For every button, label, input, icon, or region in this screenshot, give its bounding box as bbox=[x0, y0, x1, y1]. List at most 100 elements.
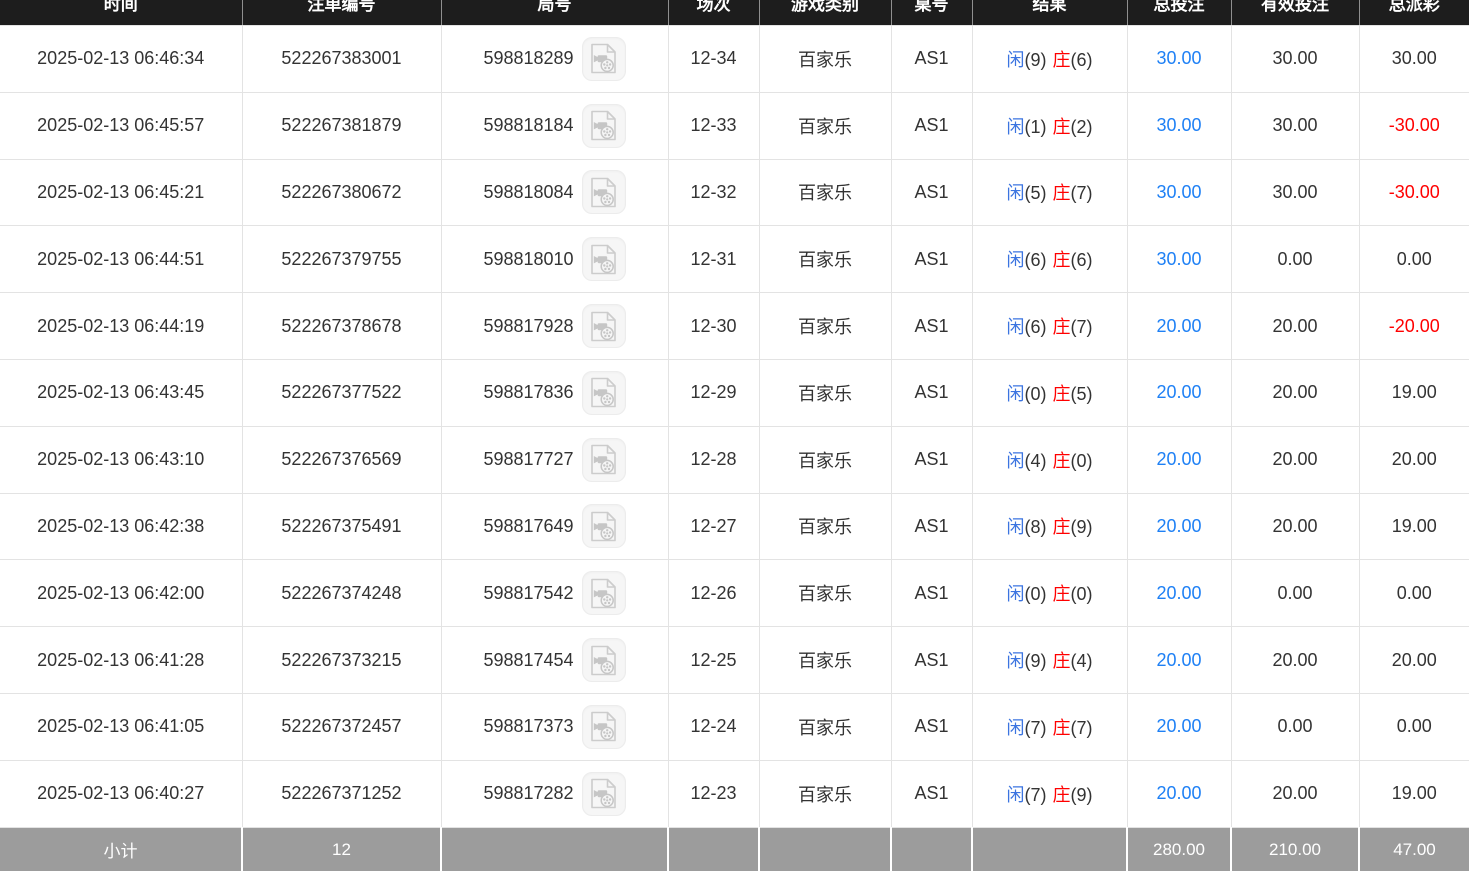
total-bet-link[interactable]: 20.00 bbox=[1156, 316, 1201, 336]
table-no: AS1 bbox=[914, 382, 948, 402]
table-no-cell: AS1 bbox=[891, 493, 972, 560]
total-bet-link[interactable]: 20.00 bbox=[1156, 650, 1201, 670]
result-cell: 闲(7)庄(9) bbox=[972, 760, 1127, 827]
valid-bet: 0.00 bbox=[1277, 583, 1312, 603]
video-replay-button[interactable] bbox=[582, 571, 626, 615]
session-cell: 12-27 bbox=[668, 493, 759, 560]
bet-id-cell: 522267378678 bbox=[242, 293, 441, 360]
total-payout: 30.00 bbox=[1392, 48, 1437, 68]
bet-time: 2025-02-13 06:40:27 bbox=[37, 783, 204, 803]
valid-bet: 20.00 bbox=[1272, 316, 1317, 336]
bet-records-page: 时间 注单编号 局号 场次 游戏类别 桌号 结果 总投注 有效投注 总派彩 20… bbox=[0, 0, 1469, 871]
player-result-score: (9) bbox=[1025, 50, 1047, 70]
video-replay-button[interactable] bbox=[582, 638, 626, 682]
total-bet-link[interactable]: 20.00 bbox=[1156, 583, 1201, 603]
total-bet-cell: 30.00 bbox=[1127, 26, 1231, 93]
game-type: 百家乐 bbox=[798, 785, 852, 805]
time-cell: 2025-02-13 06:42:00 bbox=[0, 560, 242, 627]
time-cell: 2025-02-13 06:40:27 bbox=[0, 760, 242, 827]
round-id: 598817649 bbox=[483, 516, 573, 537]
total-bet-link[interactable]: 20.00 bbox=[1156, 382, 1201, 402]
col-header-round-id: 局号 bbox=[441, 0, 668, 26]
valid-bet: 20.00 bbox=[1272, 382, 1317, 402]
total-bet-cell: 30.00 bbox=[1127, 226, 1231, 293]
game-type: 百家乐 bbox=[798, 117, 852, 137]
video-replay-button[interactable] bbox=[582, 504, 626, 548]
video-replay-button[interactable] bbox=[582, 772, 626, 816]
col-header-label: 总派彩 bbox=[1360, 0, 1469, 14]
banker-result-label: 庄 bbox=[1053, 718, 1071, 738]
total-payout: 19.00 bbox=[1392, 382, 1437, 402]
video-replay-button[interactable] bbox=[582, 304, 626, 348]
session: 12-33 bbox=[690, 115, 736, 135]
video-replay-button[interactable] bbox=[582, 104, 626, 148]
valid-bet-cell: 20.00 bbox=[1231, 293, 1359, 360]
bet-id: 522267375491 bbox=[281, 516, 401, 536]
session-cell: 12-26 bbox=[668, 560, 759, 627]
bet-id-cell: 522267372457 bbox=[242, 693, 441, 760]
table-body: 2025-02-13 06:46:34 522267383001 5988182… bbox=[0, 26, 1469, 828]
total-bet-link[interactable]: 20.00 bbox=[1156, 516, 1201, 536]
bet-id: 522267378678 bbox=[281, 316, 401, 336]
table-no-cell: AS1 bbox=[891, 26, 972, 93]
col-header-time: 时间 bbox=[0, 0, 242, 26]
bet-id-cell: 522267377522 bbox=[242, 359, 441, 426]
bet-id: 522267376569 bbox=[281, 449, 401, 469]
total-payout-cell: 0.00 bbox=[1359, 693, 1469, 760]
total-bet-link[interactable]: 20.00 bbox=[1156, 449, 1201, 469]
session-cell: 12-24 bbox=[668, 693, 759, 760]
player-result-score: (1) bbox=[1025, 117, 1047, 137]
bet-id: 522267371252 bbox=[281, 783, 401, 803]
video-replay-button[interactable] bbox=[582, 37, 626, 81]
session-cell: 12-33 bbox=[668, 92, 759, 159]
round-id: 598817454 bbox=[483, 650, 573, 671]
round-id-cell: 598818289 bbox=[441, 26, 668, 93]
round-id: 598817282 bbox=[483, 783, 573, 804]
video-file-icon bbox=[590, 110, 617, 141]
player-result-score: (4) bbox=[1025, 451, 1047, 471]
table-row: 2025-02-13 06:45:57 522267381879 5988181… bbox=[0, 92, 1469, 159]
game-type-cell: 百家乐 bbox=[759, 560, 891, 627]
total-bet-link[interactable]: 30.00 bbox=[1156, 48, 1201, 68]
round-id-cell: 598818010 bbox=[441, 226, 668, 293]
time-cell: 2025-02-13 06:46:34 bbox=[0, 26, 242, 93]
banker-result-score: (2) bbox=[1071, 117, 1093, 137]
valid-bet-cell: 20.00 bbox=[1231, 493, 1359, 560]
time-cell: 2025-02-13 06:45:57 bbox=[0, 92, 242, 159]
bet-time: 2025-02-13 06:45:57 bbox=[37, 115, 204, 135]
col-header-label: 游戏类别 bbox=[760, 0, 891, 14]
round-id: 598818184 bbox=[483, 115, 573, 136]
player-result-score: (9) bbox=[1025, 651, 1047, 671]
valid-bet-cell: 0.00 bbox=[1231, 560, 1359, 627]
footer-valid-bet: 210.00 bbox=[1231, 827, 1359, 871]
total-bet-link[interactable]: 30.00 bbox=[1156, 249, 1201, 269]
session-cell: 12-25 bbox=[668, 627, 759, 694]
total-bet-link[interactable]: 20.00 bbox=[1156, 716, 1201, 736]
video-replay-button[interactable] bbox=[582, 705, 626, 749]
game-type-cell: 百家乐 bbox=[759, 627, 891, 694]
video-replay-button[interactable] bbox=[582, 237, 626, 281]
valid-bet-cell: 20.00 bbox=[1231, 426, 1359, 493]
valid-bet-cell: 30.00 bbox=[1231, 159, 1359, 226]
video-replay-button[interactable] bbox=[582, 371, 626, 415]
time-cell: 2025-02-13 06:42:38 bbox=[0, 493, 242, 560]
game-type: 百家乐 bbox=[798, 317, 852, 337]
banker-result-label: 庄 bbox=[1053, 50, 1071, 70]
player-result-score: (7) bbox=[1025, 718, 1047, 738]
total-bet-link[interactable]: 20.00 bbox=[1156, 783, 1201, 803]
session: 12-30 bbox=[690, 316, 736, 336]
banker-result-score: (6) bbox=[1071, 250, 1093, 270]
col-header-game-type: 游戏类别 bbox=[759, 0, 891, 26]
total-bet-link[interactable]: 30.00 bbox=[1156, 182, 1201, 202]
total-bet-link[interactable]: 30.00 bbox=[1156, 115, 1201, 135]
table-row: 2025-02-13 06:42:00 522267374248 5988175… bbox=[0, 560, 1469, 627]
table-no: AS1 bbox=[914, 449, 948, 469]
table-no-cell: AS1 bbox=[891, 426, 972, 493]
banker-result-score: (9) bbox=[1071, 517, 1093, 537]
video-file-icon bbox=[590, 578, 617, 609]
player-result-label: 闲 bbox=[1007, 651, 1025, 671]
video-replay-button[interactable] bbox=[582, 438, 626, 482]
player-result-score: (0) bbox=[1025, 584, 1047, 604]
video-replay-button[interactable] bbox=[582, 170, 626, 214]
valid-bet: 20.00 bbox=[1272, 449, 1317, 469]
